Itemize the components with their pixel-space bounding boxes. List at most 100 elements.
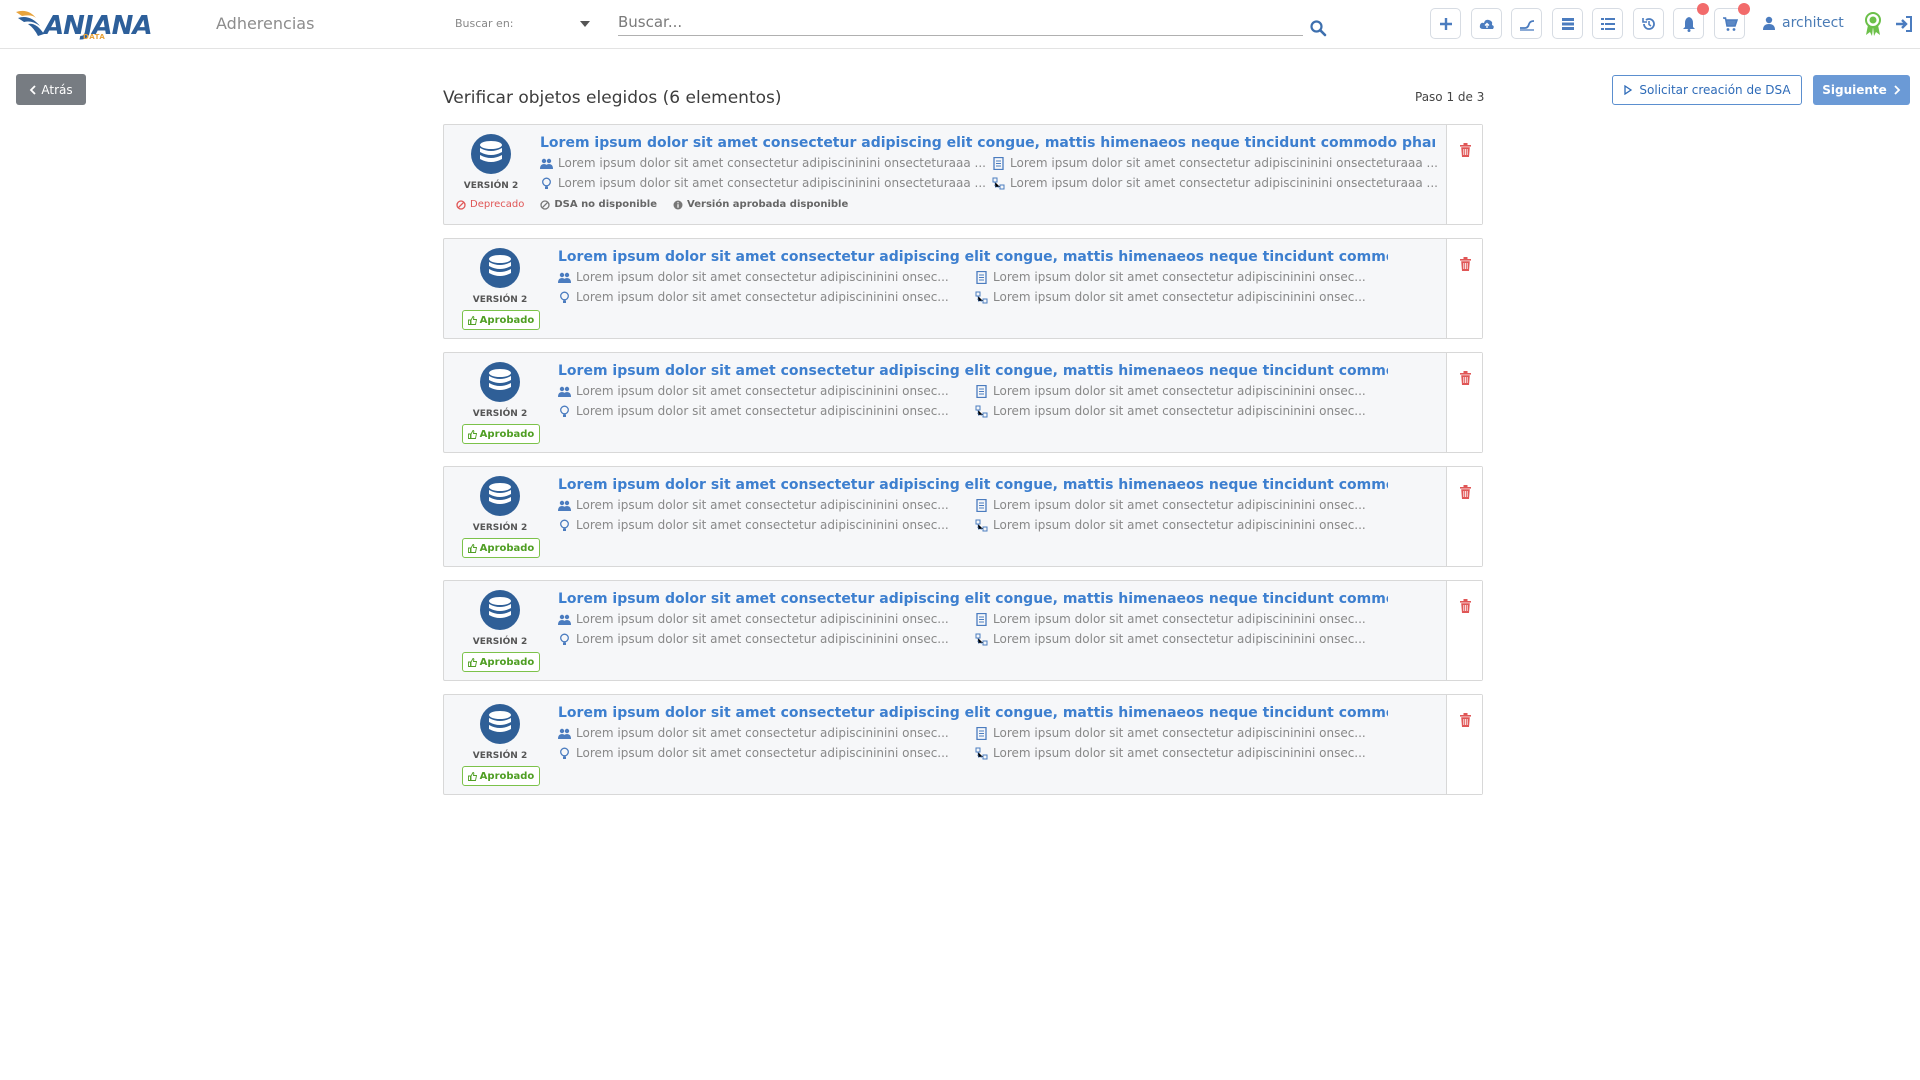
approved-version-label: Versión aprobada disponible <box>687 199 849 210</box>
meta-location-text: Lorem ipsum dolor sit amet consectetur a… <box>576 404 949 418</box>
meta-owners: Lorem ipsum dolor sit amet consectetur a… <box>558 498 978 512</box>
document-icon <box>993 156 1004 170</box>
dsa-unavailable-status: DSA no disponible <box>540 199 657 210</box>
meta-document-text: Lorem ipsum dolor sit amet consectetur a… <box>993 384 1366 398</box>
object-title-link[interactable]: Lorem ipsum dolor sit amet consectetur a… <box>558 477 1388 493</box>
meta-hierarchy: Lorem ipsum dolor sit amet consectetur a… <box>975 290 1395 304</box>
meta-owners: Lorem ipsum dolor sit amet consectetur a… <box>558 612 978 626</box>
meta-document: Lorem ipsum dolor sit amet consectetur a… <box>975 498 1395 512</box>
database-object-icon <box>480 590 520 630</box>
approved-badge: Aprobado <box>462 538 540 558</box>
meta-document-text: Lorem ipsum dolor sit amet consectetur a… <box>1010 156 1437 170</box>
page-title: Verificar objetos elegidos (6 elementos) <box>443 88 782 108</box>
approved-badge: Aprobado <box>462 652 540 672</box>
version-label: VERSIÓN 2 <box>472 637 528 647</box>
trash-icon[interactable] <box>1460 713 1471 727</box>
lightbulb-icon <box>542 177 551 189</box>
object-title-link[interactable]: Lorem ipsum dolor sit amet consectetur a… <box>558 363 1388 379</box>
document-icon <box>976 270 987 284</box>
user-menu[interactable]: architect <box>1763 15 1844 31</box>
meta-owners-text: Lorem ipsum dolor sit amet consectetur a… <box>576 270 949 284</box>
meta-document: Lorem ipsum dolor sit amet consectetur a… <box>975 270 1395 284</box>
meta-document-text: Lorem ipsum dolor sit amet consectetur a… <box>993 612 1366 626</box>
back-button[interactable]: Atrás <box>16 74 86 105</box>
object-card[interactable]: VERSIÓN 2 Aprobado Lorem ipsum dolor sit… <box>443 238 1483 339</box>
delete-column <box>1446 581 1482 680</box>
notification-badge <box>1697 3 1709 15</box>
lightbulb-icon <box>560 291 569 303</box>
status-flags: Deprecado DSA no disponible Versión apro… <box>456 199 848 210</box>
approved-badge: Aprobado <box>462 310 540 330</box>
cart-badge <box>1738 3 1750 15</box>
meta-document-text: Lorem ipsum dolor sit amet consectetur a… <box>993 270 1366 284</box>
users-icon <box>558 386 571 397</box>
object-title-link[interactable]: Lorem ipsum dolor sit amet consectetur a… <box>558 249 1388 265</box>
chevron-left-icon <box>30 84 37 95</box>
meta-owners-text: Lorem ipsum dolor sit amet consectetur a… <box>576 612 949 626</box>
object-title-link[interactable]: Lorem ipsum dolor sit amet consectetur a… <box>558 591 1388 607</box>
trash-icon[interactable] <box>1460 485 1471 499</box>
app-logo[interactable]: ANJANA DATA <box>14 4 153 42</box>
approved-badge: Aprobado <box>462 766 540 786</box>
meta-location-text: Lorem ipsum dolor sit amet consectetur a… <box>576 518 949 532</box>
users-icon <box>558 500 571 511</box>
version-label: VERSIÓN 2 <box>463 181 519 191</box>
trash-icon[interactable] <box>1460 257 1471 271</box>
next-button[interactable]: Siguiente <box>1813 75 1910 105</box>
meta-location-text: Lorem ipsum dolor sit amet consectetur a… <box>576 746 949 760</box>
certificate-icon[interactable] <box>1862 11 1884 37</box>
search-icon[interactable] <box>1309 19 1327 37</box>
object-card[interactable]: VERSIÓN 2 Aprobado Lorem ipsum dolor sit… <box>443 694 1483 795</box>
version-label: VERSIÓN 2 <box>472 295 528 305</box>
logout-icon[interactable] <box>1894 14 1914 34</box>
meta-location: Lorem ipsum dolor sit amet consectetur a… <box>558 404 978 418</box>
upload-button[interactable] <box>1471 8 1502 39</box>
document-icon <box>976 498 987 512</box>
object-title-link[interactable]: Lorem ipsum dolor sit amet consectetur a… <box>558 705 1388 721</box>
object-card[interactable]: VERSIÓN 2 Lorem ipsum dolor sit amet con… <box>443 124 1483 225</box>
hierarchy-icon <box>975 633 988 645</box>
meta-hierarchy-text: Lorem ipsum dolor sit amet consectetur a… <box>993 518 1366 532</box>
bell-icon <box>1682 16 1695 32</box>
notifications-button[interactable] <box>1673 3 1709 39</box>
thumbs-up-icon <box>467 429 477 439</box>
section-title[interactable]: Adherencias <box>216 14 314 33</box>
request-dsa-button[interactable]: Solicitar creación de DSA <box>1612 75 1802 105</box>
users-icon <box>558 614 571 625</box>
cart-button[interactable] <box>1714 3 1750 39</box>
delete-column <box>1446 695 1482 794</box>
delete-column <box>1446 125 1482 224</box>
document-icon <box>976 612 987 626</box>
approved-version-available: Versión aprobada disponible <box>673 199 848 210</box>
plus-icon <box>1439 17 1452 30</box>
object-card[interactable]: VERSIÓN 2 Aprobado Lorem ipsum dolor sit… <box>443 352 1483 453</box>
meta-location-text: Lorem ipsum dolor sit amet consectetur a… <box>576 290 949 304</box>
hierarchy-icon <box>992 177 1005 189</box>
search-scope-select[interactable]: Buscar en: <box>455 17 590 33</box>
meta-location: Lorem ipsum dolor sit amet consectetur a… <box>558 518 978 532</box>
play-outline-icon <box>1624 85 1633 95</box>
version-label: VERSIÓN 2 <box>472 751 528 761</box>
object-title-link[interactable]: Lorem ipsum dolor sit amet consectetur a… <box>540 135 1435 151</box>
object-card[interactable]: VERSIÓN 2 Aprobado Lorem ipsum dolor sit… <box>443 580 1483 681</box>
search-field[interactable] <box>618 10 1303 36</box>
add-button[interactable] <box>1430 8 1461 39</box>
meta-document: Lorem ipsum dolor sit amet consectetur a… <box>975 384 1395 398</box>
approved-label: Aprobado <box>479 770 535 782</box>
lineage-button[interactable] <box>1511 8 1542 39</box>
next-label: Siguiente <box>1822 83 1887 97</box>
list-button[interactable] <box>1592 8 1623 39</box>
meta-location-text: Lorem ipsum dolor sit amet consectetur a… <box>558 176 986 190</box>
trash-icon[interactable] <box>1460 371 1471 385</box>
object-card[interactable]: VERSIÓN 2 Aprobado Lorem ipsum dolor sit… <box>443 466 1483 567</box>
search-input[interactable] <box>618 10 1303 34</box>
database-object-icon <box>480 476 520 516</box>
meta-hierarchy-text: Lorem ipsum dolor sit amet consectetur a… <box>1010 176 1437 190</box>
logo-subtitle: DATA <box>83 33 106 41</box>
users-icon <box>558 728 571 739</box>
history-button[interactable] <box>1633 8 1664 39</box>
trash-icon[interactable] <box>1460 599 1471 613</box>
meta-document-text: Lorem ipsum dolor sit amet consectetur a… <box>993 726 1366 740</box>
catalog-button[interactable] <box>1552 8 1583 39</box>
trash-icon[interactable] <box>1460 143 1471 157</box>
